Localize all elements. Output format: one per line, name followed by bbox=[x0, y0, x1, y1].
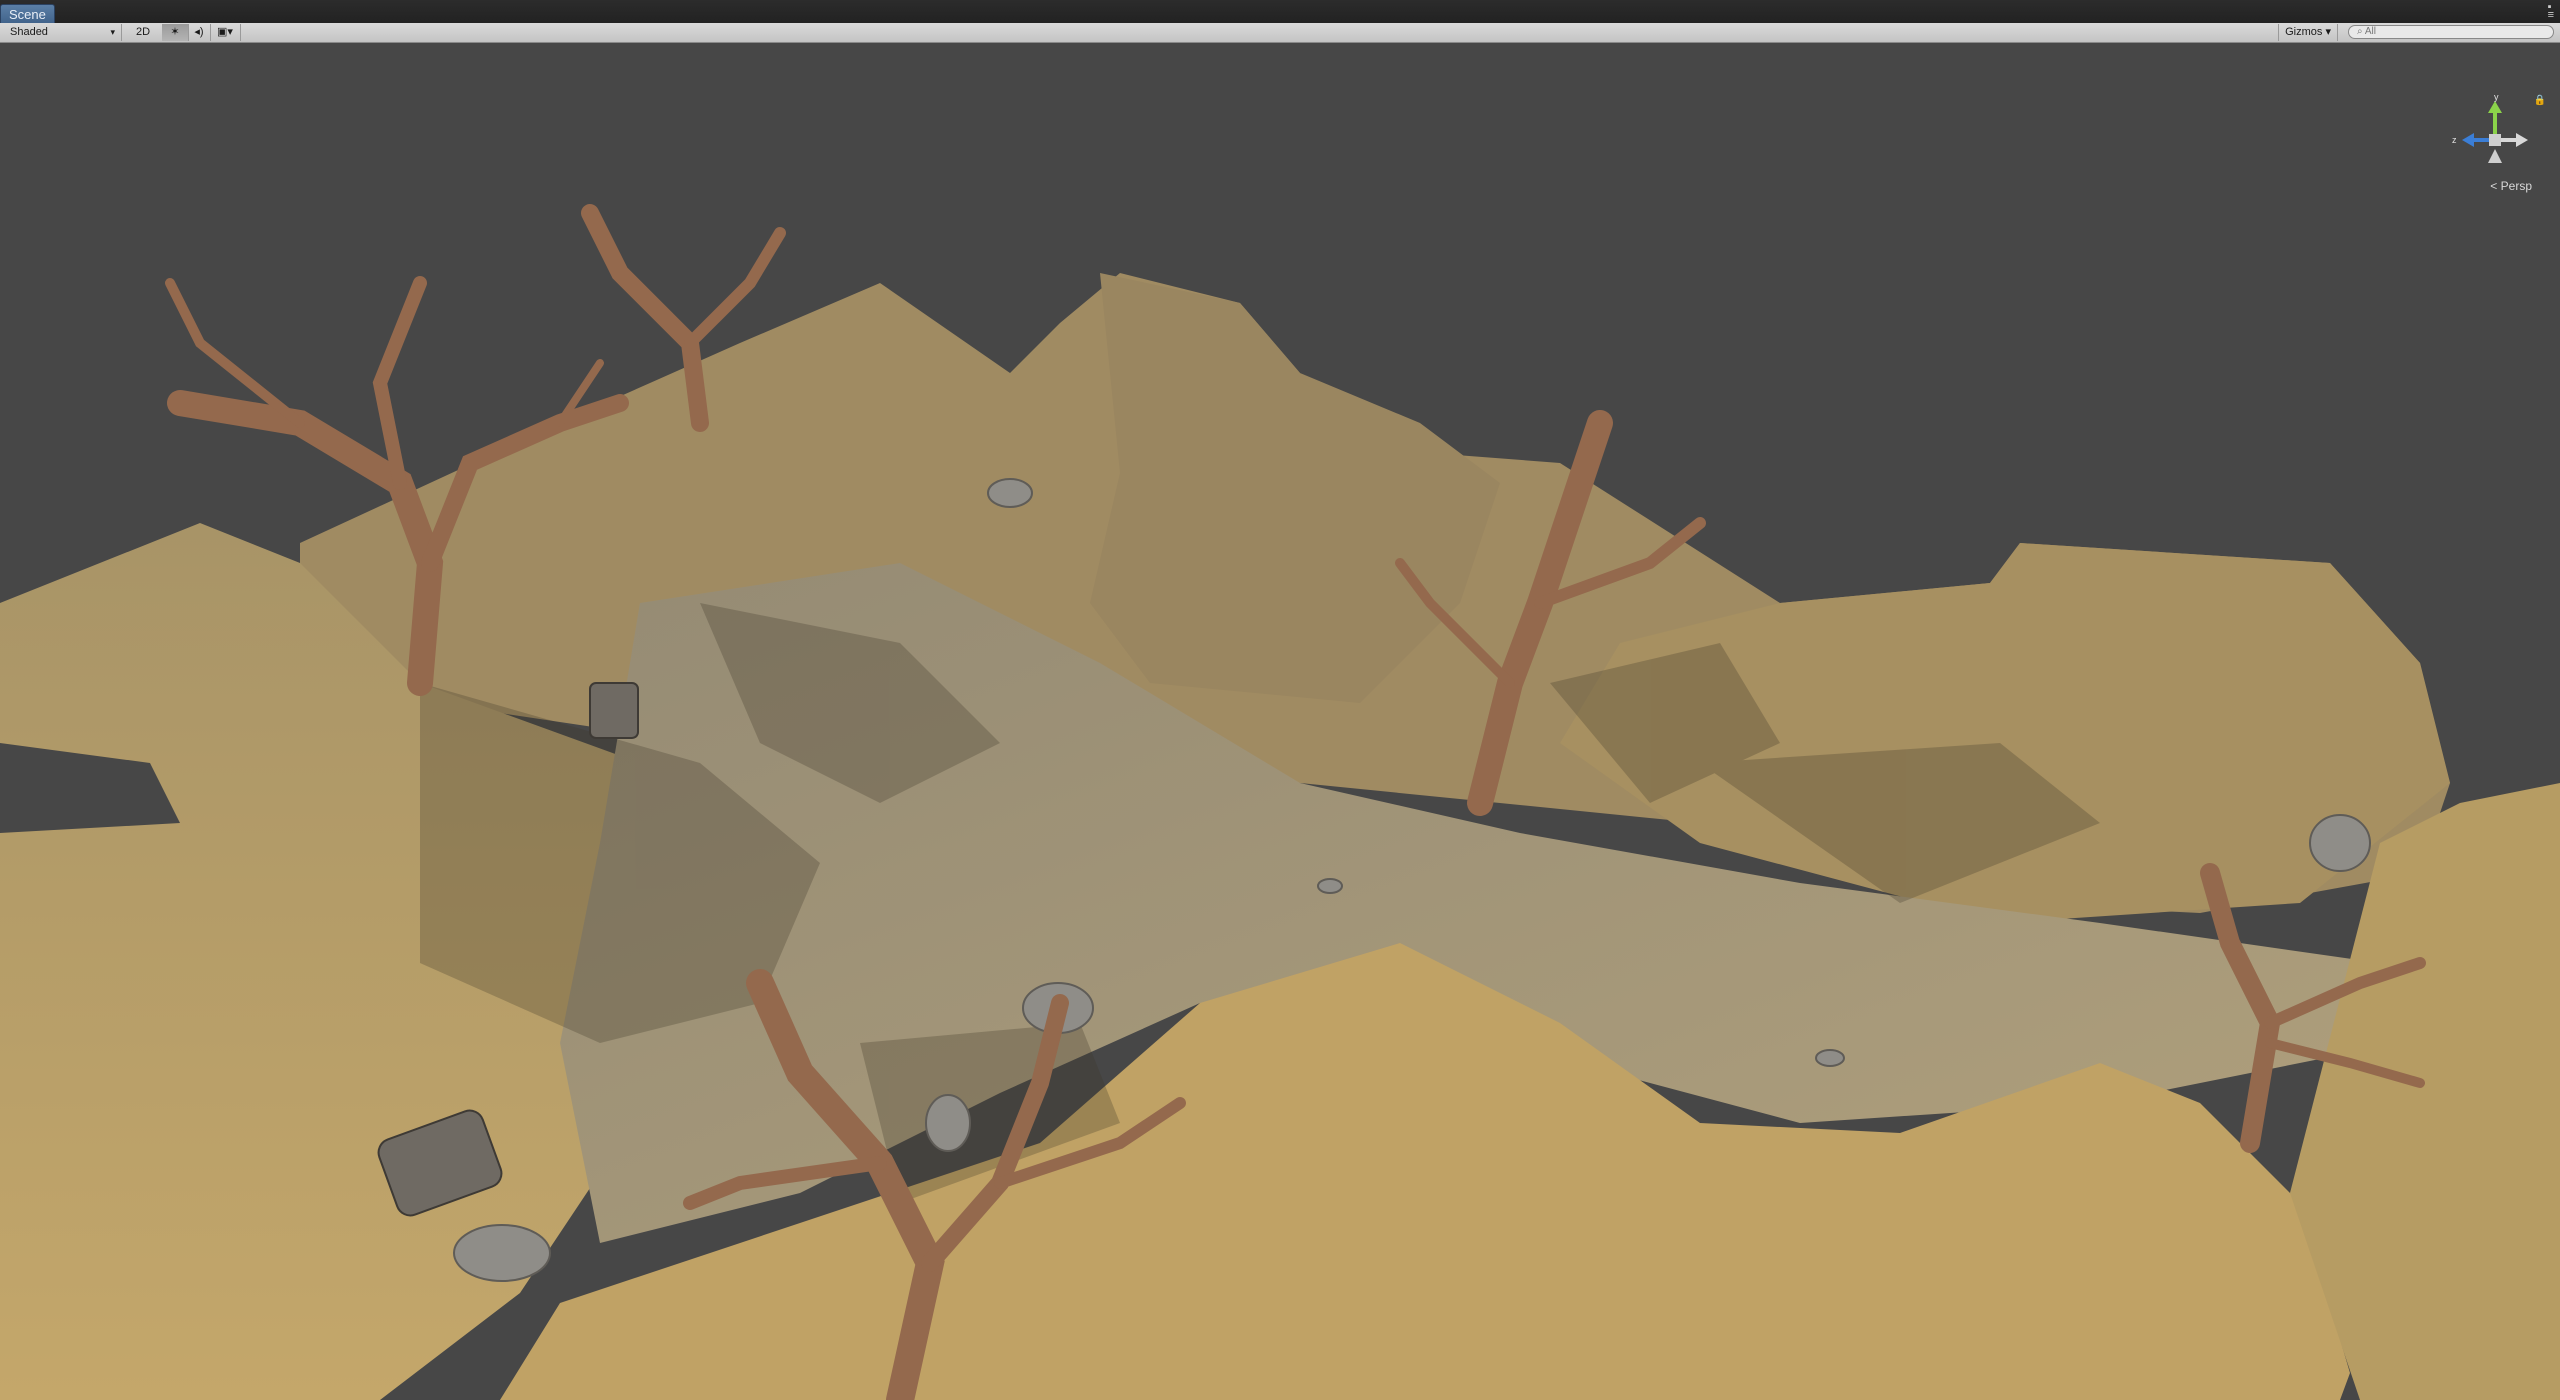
tab-bar: Scene ▪ ≡ bbox=[0, 0, 2560, 24]
search-input[interactable]: ⌕ All bbox=[2348, 25, 2554, 39]
tab-scene[interactable]: Scene bbox=[0, 4, 55, 24]
z-axis-label: z bbox=[2452, 135, 2457, 145]
search-icon: ⌕ bbox=[2357, 26, 2363, 37]
image-icon[interactable]: ▣▾ bbox=[210, 24, 241, 41]
scene-toolbar: Shaded ▾ 2D ✶ ◂) ▣▾ Gizmos ▾ ⌕ All bbox=[0, 23, 2560, 43]
chevron-down-icon: ▾ bbox=[2325, 26, 2331, 38]
draw-mode-label: Shaded bbox=[10, 26, 48, 38]
scene-render bbox=[0, 204, 2560, 1400]
speaker-icon[interactable]: ◂) bbox=[188, 24, 211, 41]
gizmos-dropdown[interactable]: Gizmos ▾ bbox=[2278, 24, 2338, 41]
chevron-down-icon: ▾ bbox=[110, 27, 115, 37]
y-axis-label: y bbox=[2494, 93, 2499, 102]
search-placeholder: All bbox=[2364, 26, 2376, 37]
back-arrow-icon: < bbox=[2490, 179, 2498, 193]
sun-icon[interactable]: ✶ bbox=[162, 24, 189, 41]
y-axis-cone-icon bbox=[2488, 101, 2502, 113]
scene-viewport[interactable]: 🔒 y z < Persp bbox=[0, 43, 2560, 1400]
z-axis-cone-icon bbox=[2462, 133, 2474, 147]
orientation-gizmo[interactable]: y z bbox=[2450, 93, 2540, 193]
gizmos-label: Gizmos bbox=[2285, 26, 2323, 38]
tab-menu-icon[interactable]: ▪ ≡ bbox=[2548, 2, 2554, 21]
projection-toggle[interactable]: < Persp bbox=[2490, 179, 2532, 193]
draw-mode-dropdown[interactable]: Shaded ▾ bbox=[4, 24, 122, 41]
projection-label: Persp bbox=[2500, 179, 2532, 193]
2d-toggle-button[interactable]: 2D bbox=[124, 24, 163, 41]
